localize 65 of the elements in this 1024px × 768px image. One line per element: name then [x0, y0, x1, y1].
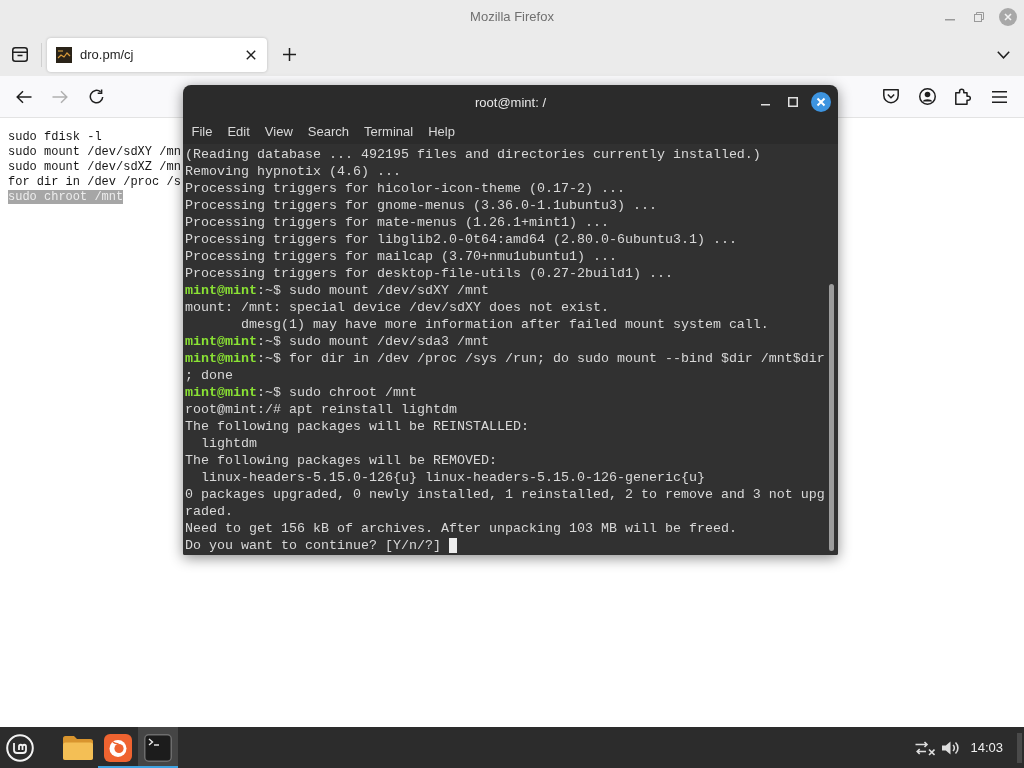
menu-item[interactable]: Search [300, 120, 357, 143]
browser-tab[interactable]: dro.pm/cj [47, 37, 267, 72]
terminal-line: lightdm [200, 435, 257, 452]
terminal-line: mint@mint:~$ sudo mount /dev/sdXY /mnt [185, 282, 489, 299]
terminal-icon [144, 733, 172, 762]
menu-item[interactable]: File [184, 120, 220, 143]
menu-item[interactable]: Terminal [356, 120, 421, 143]
terminal-line: Do you want to continue? [Y/n/?] [185, 537, 441, 554]
puzzle-piece-icon [955, 88, 971, 105]
text-line: sudo fdisk -l [8, 130, 102, 144]
terminal-line: ; done [185, 367, 233, 384]
restore-icon [974, 11, 984, 22]
minimize-icon [760, 104, 770, 106]
close-icon [999, 7, 1017, 26]
terminal-line: Processing triggers for desktop-file-utils (0.27-2build1) ... [185, 265, 673, 282]
network-off-icon [915, 739, 936, 756]
text-line: sudo mount /dev/sdXY /mn [8, 145, 181, 159]
box-icon [12, 47, 28, 62]
menu-icon [991, 90, 1007, 103]
arrow-left-icon [16, 89, 32, 104]
terminal-line: mint@mint:~$ sudo mount /dev/sda3 /mnt [185, 333, 489, 350]
clock-text: 14:03 [970, 740, 1003, 755]
terminal-line: Processing triggers for libglib2.0-0t64:amd64 (2.80.0-6ubuntu3.1) ... [185, 231, 737, 248]
arrow-right-icon [52, 89, 68, 104]
favicon-icon [56, 46, 72, 63]
menu-item[interactable]: View [257, 120, 301, 143]
terminal-line: Removing hypnotix (4.6) ... [185, 163, 401, 180]
terminal-line: raded. [185, 503, 233, 520]
close-icon [246, 49, 256, 60]
terminal-line: mint@mint:~$ sudo chroot /mnt [185, 384, 417, 401]
window-title: root@mint: / [475, 94, 546, 110]
menu-item[interactable]: Edit [219, 120, 258, 143]
terminal-line: Processing triggers for mate-menus (1.26.1+mint1) ... [185, 214, 609, 231]
minimize-icon [945, 19, 955, 21]
terminal-line: (Reading database ... 492195 files and directories currently installed.) [185, 146, 761, 163]
menu-item[interactable]: Help [420, 120, 463, 143]
close-button[interactable] [809, 90, 833, 114]
terminal-line: The following packages will be REINSTALLED: [185, 418, 529, 435]
plus-icon [282, 48, 296, 61]
terminal-line: 0 packages upgraded, 0 newly installed, 1 reinstalled, 2 to remove and 3 not upg [185, 486, 825, 503]
terminal-line: mount: /mnt: special device /dev/sdXY does not exist. [185, 299, 609, 316]
maximize-icon [788, 97, 798, 107]
volume-icon [942, 739, 961, 756]
terminal-line: linux-headers-5.15.0-126{u} linux-headers-5.15.0-126-generic{u} [200, 469, 705, 486]
text-line: sudo mount /dev/sdXZ /mn [8, 160, 181, 174]
text-line: for dir in /dev /proc /s [8, 175, 181, 189]
chevron-down-icon [996, 50, 1010, 59]
person-circle-icon [918, 88, 936, 105]
logo-icon [6, 733, 34, 762]
terminal-line: Processing triggers for hicolor-icon-theme (0.17-2) ... [185, 180, 625, 197]
terminal-line: The following packages will be REMOVED: [185, 452, 497, 469]
browser-icon [104, 733, 132, 762]
terminal-line: root@mint:/# apt reinstall lightdm [185, 401, 457, 418]
terminal-line: dmesg(1) may have more information after failed mount system call. [240, 316, 769, 333]
scrollbar-thumb[interactable] [829, 284, 834, 551]
chevron-shield-icon [883, 89, 899, 104]
terminal-line: mint@mint:~$ for dir in /dev /proc /sys /run; do sudo mount --bind $dir /mnt$dir [185, 350, 825, 367]
terminal-line: Processing triggers for gnome-menus (3.36.0-1.1ubuntu3) ... [185, 197, 657, 214]
window-title: Mozilla Firefox [470, 9, 554, 24]
folder-icon [63, 735, 93, 760]
reload-icon [88, 89, 104, 104]
terminal-launcher[interactable] [138, 727, 178, 768]
close-icon [811, 92, 831, 112]
terminal-line: Processing triggers for mailcap (3.70+nmu1ubuntu1) ... [185, 248, 617, 265]
terminal-line: Need to get 156 kB of archives. After unpacking 103 MB will be freed. [185, 520, 737, 537]
